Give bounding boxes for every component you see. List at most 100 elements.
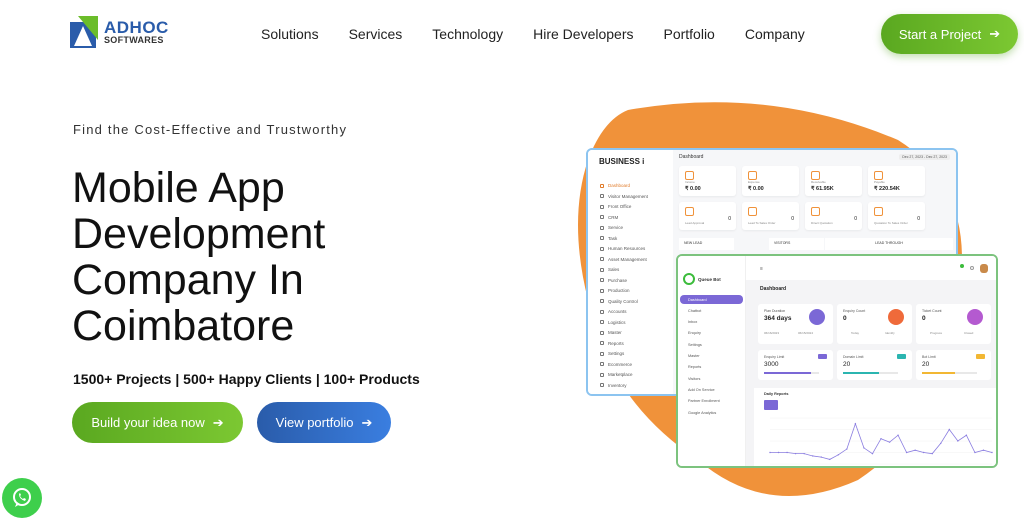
- brand-sub: SOFTWARES: [104, 35, 164, 45]
- visitors-panel: VISITORS: [769, 238, 824, 250]
- menu-item-icon: [600, 372, 604, 377]
- daily-reports-point: [837, 454, 840, 456]
- nav-services[interactable]: Services: [349, 26, 403, 42]
- brand-logo[interactable]: ADHOC SOFTWARES: [70, 16, 169, 48]
- mock1-sidebar-label: Asset Management: [608, 256, 647, 262]
- plan-expiry: 06/15/2024: [798, 331, 814, 335]
- ticket-closed: Closed: [964, 331, 974, 335]
- daily-reports-point: [794, 452, 797, 455]
- count-value: 0: [854, 216, 857, 222]
- mock2-main: ≡ Dashboard Plan Duration 364 days 06/16…: [746, 256, 996, 466]
- menu-item-icon: [600, 194, 604, 198]
- mock1-sidebar-item: Ecommerce: [600, 362, 632, 367]
- mock1-sidebar-item: Reports: [600, 341, 624, 346]
- limit-value: 3000: [764, 361, 779, 368]
- build-idea-button[interactable]: Build your idea now ➔: [72, 402, 243, 443]
- limit-title: Domain Limit: [843, 355, 864, 359]
- plan-value: 364 days: [764, 315, 792, 322]
- daily-reports-point: [982, 449, 985, 451]
- mock1-sidebar-item: Purchase: [600, 278, 627, 283]
- count-label: Quotation To Sales Order: [874, 221, 908, 225]
- mock1-sidebar-item: Inventory: [600, 383, 627, 388]
- daily-reports-point: [880, 438, 882, 440]
- daily-reports-point: [897, 434, 899, 436]
- mock1-count-card: Quotation To Sales Order 0: [868, 202, 925, 230]
- stat-label: Income: [685, 180, 695, 184]
- nav-portfolio[interactable]: Portfolio: [663, 26, 714, 42]
- arrow-right-icon: ➔: [361, 414, 373, 430]
- mock2-sidebar-item: Inbox: [688, 320, 698, 325]
- lead-through-panel: LEAD THROUGH: [825, 238, 953, 250]
- mock1-count-card: Lead To Sales Order 0: [742, 202, 799, 230]
- view-portfolio-button[interactable]: View portfolio ➔: [257, 402, 391, 443]
- daily-reports-point: [888, 441, 891, 443]
- ticket-count-card: Ticket Count 0 Progress Closed: [916, 304, 991, 344]
- mock1-sidebar-item: Visitor Management: [600, 194, 648, 199]
- hero-stats: 1500+ Projects | 500+ Happy Clients | 10…: [73, 371, 420, 387]
- mock1-sidebar-item: Quality Control: [600, 299, 638, 304]
- count-value: 0: [917, 216, 920, 222]
- limit-tag: [976, 354, 985, 359]
- mock2-sidebar-item: Chatbot: [688, 308, 702, 313]
- nav-technology[interactable]: Technology: [432, 26, 503, 42]
- menu-item-icon: [600, 288, 604, 293]
- menu-item-icon: [600, 330, 604, 335]
- nav-company[interactable]: Company: [745, 26, 805, 42]
- daily-reports-point: [931, 452, 933, 455]
- mock1-count-card: Direct Quotation 0: [805, 202, 862, 230]
- menu-item-icon: [600, 225, 604, 230]
- mock1-sidebar-label: Front Office: [608, 204, 632, 209]
- mock2-brand: Queue Bot: [698, 276, 721, 282]
- mock2-sidebar-item: Reports: [688, 365, 702, 370]
- mock1-sidebar-label: Settings: [608, 351, 625, 356]
- mock1-sidebar-label: Master: [608, 330, 622, 335]
- mock2-sidebar-item: Settings: [688, 342, 702, 347]
- logo-icon: [70, 16, 100, 48]
- mock1-sidebar-label: Logistics: [608, 319, 626, 325]
- mock1-stat-card: Income ₹ 0.00: [679, 166, 736, 196]
- start-project-button[interactable]: Start a Project ➔: [881, 14, 1018, 54]
- mock1-sidebar-label: Visitor Management: [608, 193, 648, 199]
- mock1-sidebar-item: Task: [600, 236, 617, 241]
- ticket-value: 0: [922, 315, 926, 322]
- mock1-sidebar-label: Dashboard: [608, 183, 631, 188]
- whatsapp-button[interactable]: [2, 478, 42, 518]
- daily-reports-point: [914, 449, 916, 451]
- mock2-sidebar: Queue Bot Dashboard Chatbot Inbox Enquiry Se…: [678, 256, 746, 466]
- stat-label: Receivable: [811, 180, 826, 184]
- menu-item-icon: [600, 236, 604, 240]
- nav-hire-developers[interactable]: Hire Developers: [533, 26, 633, 42]
- limit-progress: [922, 372, 977, 374]
- mock1-sidebar-label: CRM: [608, 214, 619, 220]
- mock1-sidebar-label: Inventory: [608, 382, 627, 388]
- limit-tag: [897, 354, 906, 359]
- mock1-header: Dashboard: [679, 154, 704, 160]
- ticket-progress: Progress: [930, 331, 943, 335]
- plan-duration-card: Plan Duration 364 days 06/16/2023 06/15/…: [758, 304, 833, 344]
- menu-item-icon: [600, 204, 604, 209]
- arrow-right-icon: ➔: [989, 26, 1001, 41]
- enquiry-identify: Identify: [885, 331, 895, 335]
- mock1-sidebar-label: Ecommerce: [608, 361, 633, 367]
- daily-reports-point: [974, 451, 976, 454]
- hero-kicker: Find the Cost-Effective and Trustworthy: [73, 122, 348, 137]
- daily-reports-point: [863, 447, 865, 449]
- nav-solutions[interactable]: Solutions: [261, 26, 319, 42]
- new-lead-panel: NEW LEAD: [679, 238, 734, 250]
- mock1-date-range: Dec 27, 2023 - Dec 27, 2023: [899, 154, 950, 160]
- limit-title: Bot Limit: [922, 355, 936, 359]
- start-project-label: Start a Project: [898, 26, 982, 42]
- limit-tag: [818, 354, 827, 359]
- mock2-header: Dashboard: [760, 286, 787, 292]
- daily-reports-point: [769, 451, 771, 454]
- mock1-sidebar-label: Accounts: [608, 309, 627, 314]
- avatar: [980, 264, 988, 273]
- main-nav: Solutions Services Technology Hire Devel…: [261, 26, 805, 42]
- mock1-sidebar-item: Sales: [600, 267, 619, 272]
- stat-value: ₹ 0.00: [685, 186, 701, 192]
- daily-reports-point: [965, 434, 968, 436]
- mock1-sidebar-label: Human Resources: [608, 246, 646, 251]
- limit-value: 20: [922, 361, 930, 368]
- menu-item-icon: [600, 215, 604, 219]
- count-value: 0: [791, 216, 794, 222]
